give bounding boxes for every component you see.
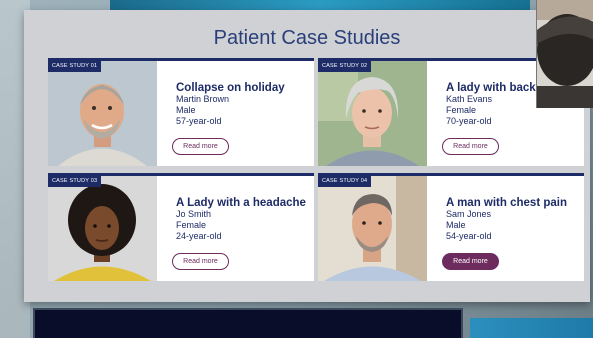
case-title: A man with chest pain [446, 197, 567, 209]
patient-gender: Female [176, 220, 207, 230]
case-study-card-1[interactable]: CASE STUDY 01 Collapse on holiday Martin… [48, 58, 314, 166]
case-study-card-3[interactable]: CASE STUDY 03 A Lady with a headache Jo … [48, 173, 314, 281]
patient-age: 70-year-old [446, 116, 492, 126]
case-info: A lady with back Kath Evans Female 70-ye… [446, 82, 536, 127]
case-tag: CASE STUDY 02 [318, 61, 372, 72]
patient-name: Martin Brown [176, 94, 230, 104]
case-info: Collapse on holiday Martin Brown Male 57… [176, 82, 285, 127]
case-title: A Lady with a headache [176, 197, 306, 209]
patient-photo-sam [318, 176, 427, 281]
case-title: A lady with back [446, 82, 536, 94]
patient-name: Jo Smith [176, 209, 212, 219]
read-more-button-2[interactable]: Read more [442, 138, 499, 155]
presentation-slide: Patient Case Studies CASE STUDY 01 Colla… [24, 10, 590, 302]
patient-name: Kath Evans [446, 94, 493, 104]
webcam-overlay [536, 0, 593, 108]
case-tag: CASE STUDY 03 [48, 176, 102, 187]
patient-age: 57-year-old [176, 116, 222, 126]
patient-name: Sam Jones [446, 209, 492, 219]
read-more-button-4[interactable]: Read more [442, 253, 499, 270]
slide-title: Patient Case Studies [213, 27, 401, 49]
read-more-button-1[interactable]: Read more [172, 138, 229, 155]
bottom-dark-panel [33, 308, 463, 338]
read-more-button-3[interactable]: Read more [172, 253, 229, 270]
case-info: A man with chest pain Sam Jones Male 54-… [446, 197, 567, 242]
patient-gender: Male [176, 105, 196, 115]
case-tag: CASE STUDY 01 [48, 61, 102, 72]
patient-photo-jo [48, 176, 157, 281]
case-title: Collapse on holiday [176, 82, 285, 94]
patient-age: 54-year-old [446, 231, 492, 241]
bottom-blue-strip [470, 318, 593, 338]
case-tag: CASE STUDY 04 [318, 176, 372, 187]
patient-photo-kath [318, 61, 427, 166]
case-study-card-4[interactable]: CASE STUDY 04 A man with chest pain Sam … [318, 173, 584, 281]
patient-gender: Female [446, 105, 477, 115]
patient-age: 24-year-old [176, 231, 222, 241]
case-info: A Lady with a headache Jo Smith Female 2… [176, 197, 306, 242]
patient-gender: Male [446, 220, 466, 230]
patient-photo-martin [48, 61, 157, 166]
